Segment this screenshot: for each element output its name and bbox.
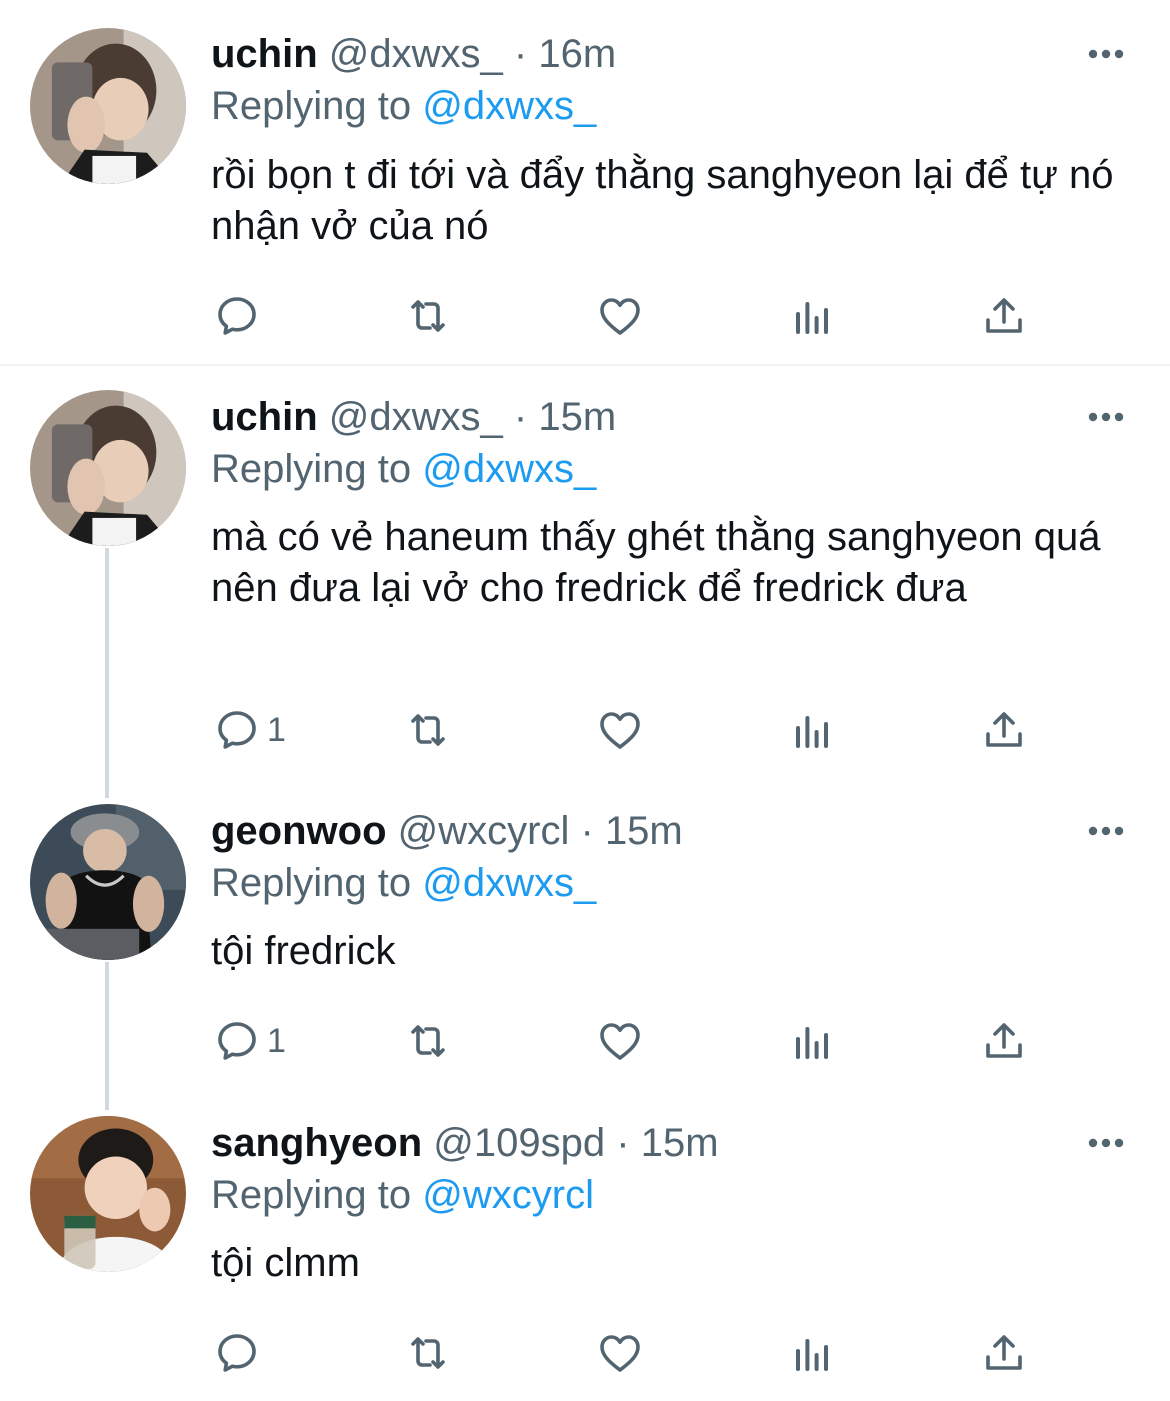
tweet-header: uchin @dxwxs_ · 15m: [211, 393, 616, 441]
replying-to-label: Replying to: [211, 1173, 412, 1217]
separator-dot: ·: [513, 395, 528, 439]
replying-to-link[interactable]: @dxwxs_: [422, 861, 596, 905]
retweet-button[interactable]: [404, 700, 452, 760]
replying-to-label: Replying to: [211, 447, 412, 491]
retweet-button[interactable]: [404, 1323, 452, 1383]
timestamp[interactable]: 16m: [538, 32, 616, 76]
tweet-header: uchin @dxwxs_ · 16m: [211, 30, 616, 78]
reply-icon: [213, 292, 261, 340]
more-icon[interactable]: [1086, 824, 1126, 838]
retweet-icon: [404, 706, 452, 754]
user-handle[interactable]: @dxwxs_: [329, 32, 503, 76]
heart-icon: [596, 1017, 644, 1065]
tweet-text: mà có vẻ haneum thấy ghét thằng sanghyeo…: [211, 515, 1101, 610]
heart-icon: [596, 1329, 644, 1377]
replying-to-link[interactable]: @dxwxs_: [422, 84, 596, 128]
tweet[interactable]: geonwoo @wxcyrcl · 15m Replying to @dxwx…: [0, 780, 1170, 1092]
tweet-header: sanghyeon @109spd · 15m: [211, 1119, 719, 1167]
user-handle[interactable]: @dxwxs_: [329, 395, 503, 439]
like-button[interactable]: [596, 1011, 644, 1071]
replying-to-label: Replying to: [211, 84, 412, 128]
replying-to-link[interactable]: @wxcyrcl: [422, 1173, 594, 1217]
more-icon[interactable]: [1086, 410, 1126, 424]
display-name[interactable]: uchin: [211, 32, 318, 76]
display-name[interactable]: sanghyeon: [211, 1121, 422, 1165]
more-icon[interactable]: [1086, 1136, 1126, 1150]
tweet-header: geonwoo @wxcyrcl · 15m: [211, 807, 683, 855]
action-bar: 1: [211, 1011, 1031, 1071]
views-button[interactable]: [788, 700, 836, 760]
tweet[interactable]: uchin @dxwxs_ · 16m Replying to @dxwxs_ …: [0, 0, 1170, 364]
avatar[interactable]: [30, 28, 186, 184]
reply-button[interactable]: 1: [213, 1011, 286, 1071]
reply-count: 1: [267, 1021, 286, 1060]
like-button[interactable]: [596, 1323, 644, 1383]
views-icon: [788, 292, 836, 340]
user-handle[interactable]: @wxcyrcl: [398, 809, 570, 853]
replying-to-link[interactable]: @dxwxs_: [422, 447, 596, 491]
views-icon: [788, 1017, 836, 1065]
share-button[interactable]: [980, 1323, 1028, 1383]
like-button[interactable]: [596, 286, 644, 346]
reply-icon: [213, 1329, 261, 1377]
display-name[interactable]: uchin: [211, 395, 318, 439]
action-bar: 1: [211, 700, 1031, 760]
timestamp[interactable]: 15m: [641, 1121, 719, 1165]
separator-dot: ·: [616, 1121, 630, 1165]
views-button[interactable]: [788, 1011, 836, 1071]
reply-button[interactable]: 1: [213, 700, 286, 760]
reply-button[interactable]: [213, 1323, 267, 1383]
reply-button[interactable]: [213, 286, 267, 346]
share-button[interactable]: [980, 286, 1028, 346]
share-icon: [980, 706, 1028, 754]
views-button[interactable]: [788, 286, 836, 346]
share-button[interactable]: [980, 1011, 1028, 1071]
share-icon: [980, 1329, 1028, 1377]
timestamp[interactable]: 15m: [605, 809, 683, 853]
heart-icon: [596, 706, 644, 754]
user-handle[interactable]: @109spd: [433, 1121, 605, 1165]
more-icon[interactable]: [1086, 47, 1126, 61]
action-bar: [211, 286, 1031, 346]
replying-to: Replying to @dxwxs_: [211, 445, 596, 493]
views-button[interactable]: [788, 1323, 836, 1383]
like-button[interactable]: [596, 700, 644, 760]
tweet[interactable]: uchin @dxwxs_ · 15m Replying to @dxwxs_ …: [0, 366, 1170, 780]
views-icon: [788, 706, 836, 754]
heart-icon: [596, 292, 644, 340]
separator-dot: ·: [513, 32, 528, 76]
retweet-icon: [404, 292, 452, 340]
replying-to: Replying to @dxwxs_: [211, 82, 596, 130]
replying-to: Replying to @dxwxs_: [211, 859, 596, 907]
reply-icon: [213, 1017, 261, 1065]
avatar[interactable]: [30, 1116, 186, 1272]
share-icon: [980, 1017, 1028, 1065]
tweet[interactable]: sanghyeon @109spd · 15m Replying to @wxc…: [0, 1092, 1170, 1401]
replying-to-label: Replying to: [211, 861, 412, 905]
retweet-icon: [404, 1329, 452, 1377]
reply-count: 1: [267, 710, 286, 749]
tweet-text: tội clmm: [211, 1241, 360, 1285]
replying-to: Replying to @wxcyrcl: [211, 1171, 594, 1219]
avatar[interactable]: [30, 390, 186, 546]
timestamp[interactable]: 15m: [538, 395, 616, 439]
share-button[interactable]: [980, 700, 1028, 760]
retweet-icon: [404, 1017, 452, 1065]
tweet-text: tội fredrick: [211, 929, 396, 973]
separator-dot: ·: [580, 809, 594, 853]
retweet-button[interactable]: [404, 1011, 452, 1071]
display-name[interactable]: geonwoo: [211, 809, 387, 853]
views-icon: [788, 1329, 836, 1377]
avatar[interactable]: [30, 804, 186, 960]
action-bar: [211, 1323, 1031, 1383]
reply-icon: [213, 706, 261, 754]
retweet-button[interactable]: [404, 286, 452, 346]
share-icon: [980, 292, 1028, 340]
tweet-text: rồi bọn t đi tới và đẩy thằng sanghyeon …: [211, 153, 1114, 248]
